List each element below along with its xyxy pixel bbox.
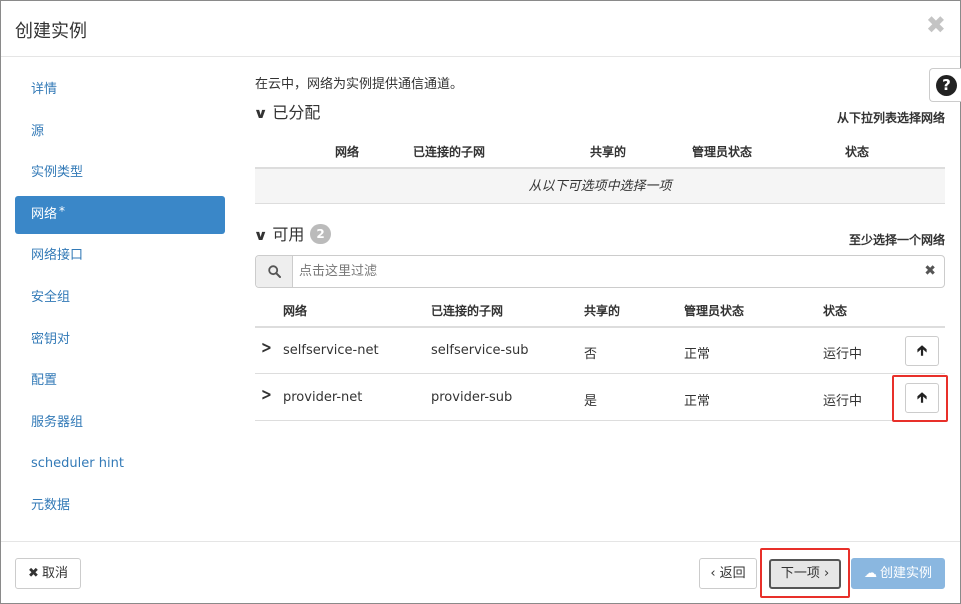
close-icon: ✖ — [28, 566, 39, 581]
subnet-name: selfservice-sub — [431, 343, 529, 358]
available-hint: 至少选择一个网络 — [848, 233, 945, 247]
allocated-col-status: 状态 — [845, 145, 870, 159]
search-addon — [256, 256, 293, 287]
allocated-section-toggle[interactable]: ∨ 已分配 — [253, 99, 321, 123]
chevron-down-icon: ∨ — [253, 228, 269, 244]
sidebar-item-security-groups[interactable]: 安全组 — [15, 279, 225, 317]
available-count-badge: 2 — [310, 224, 331, 244]
create-instance-modal: 创建实例 ✖ 详情 源 实例类型 网络 * 网络接口 安全组 密钥对 配置 服务器… — [0, 0, 961, 604]
available-col-subnet: 已连接的子网 — [431, 304, 504, 318]
network-name: provider-net — [283, 390, 363, 405]
shared-value: 否 — [584, 347, 598, 362]
help-button[interactable]: ? — [929, 68, 961, 102]
modal-title: 创建实例 — [15, 21, 87, 42]
required-mark: * — [59, 203, 66, 218]
shared-value: 是 — [584, 394, 598, 409]
status-value: 运行中 — [823, 347, 863, 362]
create-instance-button[interactable]: ☁ 创建实例 — [851, 558, 945, 589]
table-row: > provider-net provider-sub 是 正常 运行中 🡱 — [255, 375, 945, 421]
available-section-toggle[interactable]: ∨ 可用 2 — [253, 221, 331, 245]
back-button[interactable]: ‹ 返回 — [699, 558, 757, 589]
allocated-hint: 从下拉列表选择网络 — [836, 111, 945, 125]
sidebar-item-source[interactable]: 源 — [15, 113, 225, 151]
create-label: 创建实例 — [879, 566, 932, 581]
chevron-down-icon: ∨ — [253, 106, 269, 122]
allocate-network-button[interactable]: 🡱 — [905, 383, 939, 413]
cloud-upload-icon: ☁ — [863, 566, 877, 581]
available-col-network: 网络 — [283, 304, 308, 318]
allocate-network-button[interactable]: 🡱 — [905, 336, 939, 366]
sidebar-item-scheduler-hint[interactable]: scheduler hint — [15, 445, 225, 483]
cancel-label: 取消 — [41, 566, 68, 581]
clear-filter-icon[interactable]: ✖ — [924, 263, 936, 279]
network-name: selfservice-net — [283, 343, 379, 358]
available-title: 可用 — [272, 225, 305, 244]
sidebar-item-server-groups[interactable]: 服务器组 — [15, 404, 225, 442]
sidebar-item-flavor[interactable]: 实例类型 — [15, 154, 225, 192]
question-circle-icon: ? — [936, 75, 957, 96]
sidebar-item-key-pair[interactable]: 密钥对 — [15, 321, 225, 359]
allocated-col-admin-state: 管理员状态 — [692, 145, 753, 159]
available-col-admin-state: 管理员状态 — [684, 304, 745, 318]
filter-input[interactable] — [299, 260, 899, 283]
next-button[interactable]: 下一项 › — [769, 559, 841, 589]
subnet-name: provider-sub — [431, 390, 513, 405]
admin-state-value: 正常 — [684, 347, 711, 362]
modal-header: 创建实例 ✖ — [1, 1, 960, 57]
available-col-shared: 共享的 — [584, 304, 621, 318]
wizard-sidebar: 详情 源 实例类型 网络 * 网络接口 安全组 密钥对 配置 服务器组 sched… — [15, 71, 225, 529]
sidebar-item-networks[interactable]: 网络 * — [15, 195, 225, 234]
allocated-empty-row: 从以下可选项中选择一项 — [255, 169, 945, 204]
arrow-up-icon: 🡱 — [916, 343, 928, 359]
available-col-status: 状态 — [823, 304, 848, 318]
sidebar-item-configuration[interactable]: 配置 — [15, 362, 225, 400]
sidebar-item-metadata[interactable]: 元数据 — [15, 487, 225, 525]
sidebar-item-label: 网络 — [31, 206, 58, 222]
admin-state-value: 正常 — [684, 394, 711, 409]
cancel-button[interactable]: ✖ 取消 — [15, 558, 81, 589]
filter-bar: ✖ — [255, 255, 945, 288]
allocated-col-shared: 共享的 — [590, 145, 627, 159]
chevron-right-icon[interactable]: > — [261, 339, 272, 359]
close-icon[interactable]: ✖ — [926, 13, 946, 37]
sidebar-item-network-ports[interactable]: 网络接口 — [15, 237, 225, 275]
chevron-right-icon[interactable]: > — [261, 386, 272, 406]
step-description: 在云中，网络为实例提供通信通道。 — [255, 77, 464, 92]
search-icon — [268, 265, 281, 278]
status-value: 运行中 — [823, 394, 863, 409]
allocated-col-subnet: 已连接的子网 — [413, 145, 486, 159]
allocated-col-network: 网络 — [335, 145, 360, 159]
modal-footer: ✖ 取消 ‹ 返回 下一项 › ☁ 创建实例 — [1, 541, 960, 604]
allocated-title: 已分配 — [272, 103, 321, 122]
table-row: > selfservice-net selfservice-sub 否 正常 运… — [255, 328, 945, 374]
sidebar-item-details[interactable]: 详情 — [15, 71, 225, 109]
arrow-up-icon: 🡱 — [916, 390, 928, 406]
